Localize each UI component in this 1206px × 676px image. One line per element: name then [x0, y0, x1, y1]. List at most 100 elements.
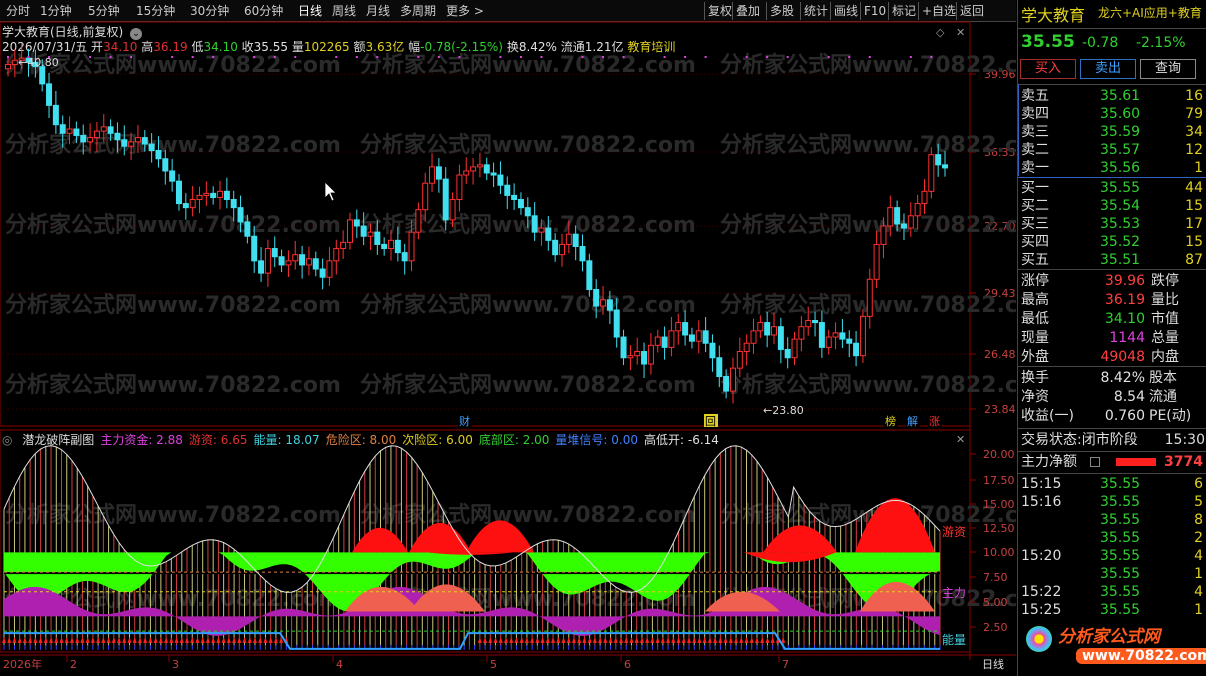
volume-signal [127, 637, 132, 643]
signal-dot [766, 56, 769, 58]
candle [463, 157, 470, 184]
volume-signal [179, 637, 184, 643]
bid-row: 买五 35.51 87 [1021, 252, 1203, 268]
signal-dot [212, 56, 215, 58]
tick-row: 15:16 35.55 5 [1021, 494, 1203, 510]
volume-signal [744, 637, 749, 643]
volume-signal [96, 637, 101, 643]
volume-signal [608, 637, 613, 643]
event-marker-finance[interactable]: 财 [458, 414, 472, 428]
candle [271, 236, 278, 268]
candle [429, 153, 436, 192]
kline-chart[interactable]: ◇ ✕✕39.9636.3332.7029.4326.4823.84分析家公式网w… [0, 0, 1016, 676]
volume-signal [59, 637, 64, 643]
tag-marker-1[interactable]: 解 [906, 414, 920, 428]
volume-signal [582, 637, 587, 643]
candle [483, 157, 490, 181]
buy-button[interactable]: 买入 [1020, 59, 1076, 79]
volume-signal [619, 637, 624, 643]
svg-text:回: 回 [705, 415, 716, 428]
candle [189, 185, 196, 217]
price-change: -0.78 [1082, 35, 1119, 51]
volume-signal [503, 637, 508, 643]
watermark: 分析家公式网www.70822.com [720, 212, 1016, 238]
watermark: 分析家公式网www.70822.com [360, 52, 696, 78]
close-sub-icon[interactable]: ✕ [956, 433, 965, 446]
volume-signal [692, 637, 697, 643]
volume-signal [728, 637, 733, 643]
tag-marker-0[interactable]: 榜 [884, 414, 898, 428]
volume-signal [545, 637, 550, 643]
sub-chart-title: 潜龙破阵副图 [22, 433, 95, 447]
volume-signal [718, 637, 723, 643]
stat-row: 涨停 39.96 跌停 [1021, 273, 1179, 289]
volume-signal [535, 637, 540, 643]
candle [777, 317, 784, 364]
volume-signal [697, 637, 702, 643]
candle [401, 243, 408, 275]
gear-icon[interactable]: ◎ [2, 433, 16, 447]
volume-signal [38, 637, 43, 643]
month-label: 4 [336, 658, 343, 671]
volume-signal [226, 637, 231, 643]
quote-panel: 学大教育 龙六+AI应用+教育 35.55 -0.78 -2.15% 买入 卖出 查询 卖五 35… [1017, 0, 1206, 676]
volume-signal [613, 637, 618, 643]
candle [203, 181, 210, 206]
main-fund-label: 主力 [942, 586, 966, 600]
volume-signal [137, 637, 142, 643]
volume-signal [483, 637, 488, 643]
stock-terminal: 分时 1分钟 5分钟 15分钟 30分钟 60分钟 日线 周线 月线 多周期 更多 > 复权 叠加 多股统… [0, 0, 1206, 676]
volume-signal [598, 637, 603, 643]
candle [579, 234, 586, 272]
signal-dot [458, 56, 461, 58]
volume-signal [190, 637, 195, 643]
volume-signal [477, 637, 482, 643]
tag-marker-2[interactable]: 涨 [928, 414, 942, 428]
tick-row: 15:20 35.55 4 [1021, 548, 1203, 564]
month-label: 7 [782, 658, 789, 671]
candle [702, 316, 709, 353]
candle [511, 183, 518, 210]
svg-text:涨: 涨 [929, 415, 940, 428]
candle [634, 337, 641, 365]
signal-dot [602, 56, 605, 58]
diamond-icon[interactable]: ◇ [936, 26, 945, 39]
volume-signal [64, 637, 69, 643]
hot-money-label: 游资 [942, 525, 966, 539]
signal-dot [417, 56, 420, 58]
stat-row: 外盘 49048 内盘 [1021, 349, 1179, 365]
candle [736, 337, 743, 378]
tick-row: 15:22 35.55 4 [1021, 584, 1203, 600]
ask-row: 卖三 35.59 34 [1021, 124, 1203, 140]
volume-signal [75, 637, 80, 643]
candle [456, 164, 463, 212]
signal-dot [827, 56, 830, 58]
watermark: 分析家公式网www.70822.com [360, 292, 696, 318]
volume-signal [519, 637, 524, 643]
indicator-value-7: 高低开: -6.14 [644, 433, 719, 447]
month-label: 2 [70, 658, 77, 671]
volume-signal [587, 637, 592, 643]
volume-signal [7, 637, 12, 643]
list-icon[interactable] [1090, 457, 1100, 467]
volume-signal [185, 637, 190, 643]
candle [292, 240, 299, 270]
candle [627, 345, 634, 371]
volume-signal [566, 637, 571, 643]
event-marker-buyback[interactable]: 回 [704, 414, 718, 428]
high-marker: ←40.80 [18, 56, 59, 69]
query-button[interactable]: 查询 [1140, 59, 1196, 79]
indicator-value-0: 主力资金: 2.88 [100, 433, 183, 447]
stat-row: 现量 1144 总量 [1021, 330, 1179, 346]
sell-button[interactable]: 卖出 [1080, 59, 1136, 79]
indicator-value-4: 次险区: 6.00 [402, 433, 473, 447]
close-icon[interactable]: ✕ [956, 26, 965, 39]
watermark: 分析家公式网www.70822.com [5, 292, 341, 318]
candle [688, 327, 695, 349]
bid-row: 买三 35.53 17 [1021, 216, 1203, 232]
divider [1018, 28, 1206, 29]
volume-signal [556, 637, 561, 643]
sub-axis-label: 10.00 [983, 546, 1015, 559]
bid-row: 买四 35.52 15 [1021, 234, 1203, 250]
candle [470, 158, 477, 185]
